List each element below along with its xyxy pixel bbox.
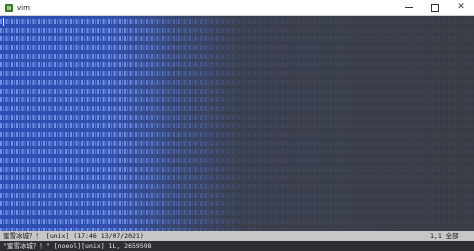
status-position: 1,1 全部 <box>430 232 459 240</box>
editor-line <box>0 78 474 88</box>
editor-line <box>0 52 474 62</box>
command-line-message: "蜜雪冰城？！" [noeol][unix] 1L, 2659598 <box>3 242 152 250</box>
close-button[interactable]: ✕ <box>448 0 474 15</box>
editor-line <box>0 139 474 149</box>
editor-line <box>0 87 474 97</box>
editor-line-glyphs <box>0 140 474 146</box>
editor-lines <box>0 18 474 231</box>
editor-line <box>0 104 474 114</box>
editor-line-glyphs <box>0 158 474 163</box>
maximize-icon <box>431 3 439 12</box>
vim-window: vim ✕ 蜜雪冰城？！ [unix] (17:46 13/07/2021) 1… <box>0 0 474 251</box>
editor-line-glyphs <box>0 27 474 33</box>
editor-line <box>0 183 474 192</box>
editor-line-glyphs <box>0 192 474 198</box>
editor-line-glyphs <box>0 97 474 103</box>
status-line: 蜜雪冰城？！ [unix] (17:46 13/07/2021) 1,1 全部 <box>0 231 474 241</box>
editor-line-glyphs <box>0 105 474 111</box>
editor-line <box>0 96 474 105</box>
window-title: vim <box>17 4 30 12</box>
editor-line-glyphs <box>0 184 474 190</box>
minimize-button[interactable] <box>396 0 422 15</box>
editor-line <box>0 157 474 166</box>
editor-line-glyphs <box>0 19 474 24</box>
editor-line-glyphs <box>0 123 474 129</box>
editor-line-glyphs <box>0 71 474 77</box>
editor-line-glyphs <box>0 210 474 216</box>
text-cursor <box>3 18 4 26</box>
editor-line <box>0 70 474 79</box>
editor-line <box>0 191 474 201</box>
editor-line-glyphs <box>0 175 474 181</box>
editor-line-glyphs <box>0 218 474 224</box>
editor-line <box>0 165 474 175</box>
editor-line <box>0 44 474 53</box>
editor-line <box>0 200 474 210</box>
editor-line-glyphs <box>0 45 474 51</box>
maximize-button[interactable] <box>422 0 448 15</box>
editor-text-area[interactable] <box>0 16 474 231</box>
editor-line <box>0 209 474 218</box>
editor-line-glyphs <box>0 62 474 68</box>
editor-line <box>0 61 474 71</box>
editor-line-glyphs <box>0 36 474 42</box>
editor-line <box>0 174 474 184</box>
editor-line <box>0 130 474 140</box>
editor-line-glyphs <box>0 166 474 172</box>
editor-line-glyphs <box>0 88 474 94</box>
editor-line-glyphs <box>0 201 474 207</box>
close-icon: ✕ <box>457 2 465 12</box>
vim-icon <box>5 4 13 12</box>
editor-line <box>0 148 474 157</box>
minimize-icon <box>405 7 413 8</box>
editor-line-glyphs <box>0 149 474 155</box>
editor-line <box>0 122 474 131</box>
editor-line <box>0 18 474 27</box>
editor-line <box>0 26 474 36</box>
editor-line-glyphs <box>0 79 474 85</box>
editor-line <box>0 113 474 123</box>
title-bar: vim ✕ <box>0 0 474 16</box>
editor-line-glyphs <box>0 114 474 120</box>
command-line[interactable]: "蜜雪冰城？！" [noeol][unix] 1L, 2659598 <box>0 241 474 251</box>
editor-line-glyphs <box>0 53 474 59</box>
status-file-info: 蜜雪冰城？！ [unix] (17:46 13/07/2021) <box>3 232 144 240</box>
editor-line <box>0 217 474 227</box>
editor-line <box>0 35 474 45</box>
editor-line-glyphs <box>0 131 474 137</box>
